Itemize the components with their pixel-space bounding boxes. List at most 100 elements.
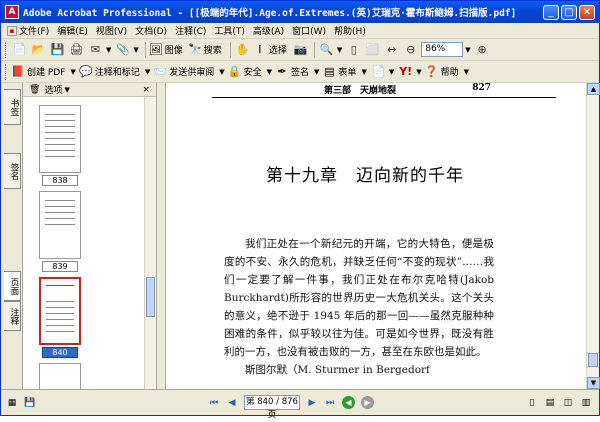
chevron-down-icon[interactable]: ▼: [64, 86, 69, 94]
image-button[interactable]: 🖼 图像: [149, 43, 183, 57]
facing-icon[interactable]: ◫: [561, 396, 575, 410]
options-menu[interactable]: 选项: [44, 83, 62, 96]
page-icon[interactable]: 📄: [370, 63, 387, 80]
zoom-in-icon[interactable]: 🔍: [318, 41, 335, 58]
tab-pages[interactable]: 页面: [4, 271, 21, 301]
email-icon[interactable]: ✉: [87, 41, 104, 58]
zoom-plus-icon[interactable]: ⊕: [474, 41, 491, 58]
toolbar-grip[interactable]: [5, 63, 8, 80]
yahoo-icon[interactable]: Y!: [397, 63, 414, 80]
last-page-icon[interactable]: ⏭: [323, 396, 337, 410]
chevron-down-icon[interactable]: ▼: [267, 68, 272, 76]
doc-icon: ▪: [7, 25, 17, 36]
acrobat-logo-icon: A: [5, 5, 19, 19]
tab-signatures[interactable]: 签名: [4, 153, 21, 189]
chevron-down-icon[interactable]: ▼: [314, 68, 319, 76]
snapshot-icon[interactable]: 📷: [292, 41, 309, 58]
continuous-facing-icon[interactable]: ▥: [579, 396, 593, 410]
document-scrollbar[interactable]: ▲ ▼: [586, 83, 600, 389]
menu-document[interactable]: 文档(D): [131, 24, 171, 37]
previous-page-icon[interactable]: ◀: [225, 396, 239, 410]
maximize-button[interactable]: □: [561, 4, 577, 20]
save-icon[interactable]: 💾: [49, 41, 66, 58]
print-icon[interactable]: 🖨: [68, 41, 85, 58]
panel-scroll-thumb[interactable]: [146, 277, 155, 317]
chevron-down-icon[interactable]: ▼: [337, 46, 342, 54]
chevron-down-icon[interactable]: ▼: [416, 68, 421, 76]
create-pdf-button[interactable]: 📕 创建 PDF: [11, 65, 65, 79]
menu-view[interactable]: 视图(V): [92, 24, 131, 37]
select-button[interactable]: I 选择: [253, 43, 287, 57]
menu-file[interactable]: ▪ 文件(F): [3, 24, 53, 37]
thumbnail-list[interactable]: 838 839 840: [23, 97, 145, 389]
menu-window[interactable]: 窗口(W): [288, 24, 330, 37]
menu-tools[interactable]: 工具(T): [210, 24, 249, 37]
menu-comments[interactable]: 注释(C): [171, 24, 210, 37]
back-view-icon[interactable]: ◀: [342, 396, 355, 409]
tab-bookmarks[interactable]: 书签: [4, 89, 21, 125]
page-number-input[interactable]: 第 840 / 876 页: [244, 395, 300, 420]
zoom-out-icon[interactable]: ⊖: [402, 41, 419, 58]
page-thumbnail[interactable]: [39, 191, 81, 259]
panel-scrollbar[interactable]: [144, 97, 156, 389]
task-toolbar: 📕 创建 PDF ▼ 💬 注释和标记 ▼ 📨 发送供审阅 ▼ 🔒 安全 ▼ ✒ 签名 ▼ …: [1, 61, 599, 83]
chevron-down-icon[interactable]: ▼: [361, 68, 366, 76]
scroll-up-arrow[interactable]: ▲: [587, 83, 600, 95]
chevron-down-icon[interactable]: ▼: [464, 68, 469, 76]
trash-icon[interactable]: 🗑: [29, 85, 40, 95]
first-page-icon[interactable]: ⏮: [207, 396, 221, 410]
paragraph: 斯图尔默（M. Sturmer in Bergedorf: [245, 364, 430, 376]
chevron-down-icon[interactable]: ▼: [145, 68, 150, 76]
chevron-down-icon[interactable]: ▼: [389, 68, 394, 76]
thumbnail-label[interactable]: 839: [42, 261, 78, 272]
fit-width-icon[interactable]: ↔: [383, 41, 400, 58]
actual-size-icon[interactable]: ▯: [345, 41, 362, 58]
page-thumbnail-selected[interactable]: [39, 277, 81, 345]
continuous-icon[interactable]: ▤: [543, 396, 557, 410]
send-review-button[interactable]: 📨 发送供审阅: [153, 65, 214, 79]
pdf-icon: 📕: [11, 65, 25, 78]
lock-icon: 🔒: [227, 65, 242, 78]
attach-icon[interactable]: 📎: [114, 41, 131, 58]
tab-comments[interactable]: 注释: [4, 301, 21, 331]
zoom-input[interactable]: 86%: [421, 42, 464, 57]
forward-view-icon[interactable]: ▶: [361, 396, 374, 409]
thumbnail-label[interactable]: 838: [42, 175, 78, 186]
menu-advanced[interactable]: 高级(A): [249, 24, 288, 37]
save-icon[interactable]: 💾: [23, 396, 37, 410]
create-doc-icon[interactable]: 📄: [11, 41, 28, 58]
open-folder-icon[interactable]: 📂: [30, 41, 47, 58]
chevron-down-icon[interactable]: ▼: [70, 68, 75, 76]
review-markup-button[interactable]: 💬 注释和标记: [79, 65, 140, 79]
panel-splitter[interactable]: [157, 83, 166, 389]
help-button[interactable]: ❓ 帮助: [425, 65, 459, 79]
scroll-thumb[interactable]: [588, 353, 598, 367]
chevron-down-icon[interactable]: ▼: [106, 46, 111, 54]
page-thumbnail[interactable]: [39, 363, 81, 389]
chevron-down-icon[interactable]: ▼: [219, 68, 224, 76]
status-bar: ▦ 💾 ⏮ ◀ 第 840 / 876 页 ▶ ⏭ ◀ ▶ ▯ ▤ ◫ ▥: [1, 389, 599, 420]
chevron-down-icon[interactable]: ▼: [133, 46, 138, 54]
page-number: 827: [472, 83, 491, 93]
minimize-button[interactable]: _: [543, 4, 559, 20]
close-icon[interactable]: ×: [142, 85, 150, 95]
sign-button[interactable]: ✒ 签名: [275, 65, 309, 79]
forms-button[interactable]: ▤ 表单: [322, 65, 356, 79]
pen-icon: ✒: [277, 65, 287, 78]
close-button[interactable]: ✕: [579, 4, 595, 20]
page-thumbnail[interactable]: [39, 105, 81, 173]
scroll-down-arrow[interactable]: ▼: [587, 377, 600, 389]
thumbnail-label[interactable]: 840: [42, 347, 78, 358]
next-page-icon[interactable]: ▶: [305, 396, 319, 410]
document-view[interactable]: 第三部 天崩地裂 827 第十九章 迈向新的千年 我们正处在一个新纪元的开端，它…: [166, 83, 586, 389]
layout-icon[interactable]: ▦: [5, 396, 19, 410]
search-button[interactable]: 🔭 搜索: [188, 43, 222, 57]
hand-tool-icon[interactable]: ✋: [234, 41, 251, 58]
secure-button[interactable]: 🔒 安全: [228, 65, 262, 79]
chevron-down-icon[interactable]: ▼: [465, 46, 470, 54]
menu-edit[interactable]: 编辑(E): [53, 24, 92, 37]
toolbar-grip[interactable]: [5, 41, 8, 58]
single-page-icon[interactable]: ▯: [525, 396, 539, 410]
fit-page-icon[interactable]: ⬜: [364, 41, 381, 58]
menu-help[interactable]: 帮助(H): [330, 24, 370, 37]
